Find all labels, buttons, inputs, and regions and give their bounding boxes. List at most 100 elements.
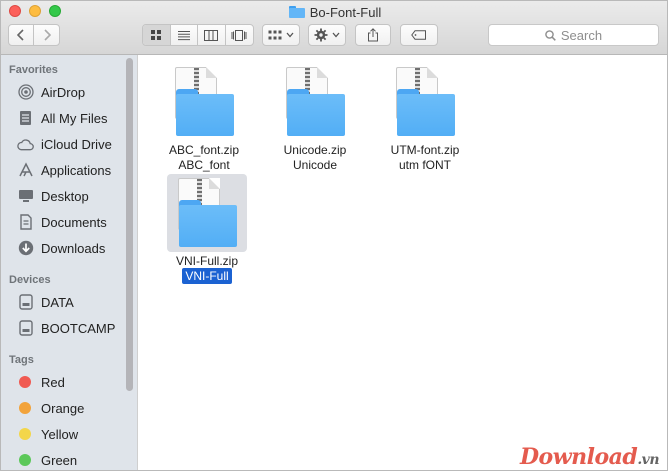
sidebar-item-airdrop[interactable]: AirDrop [17,82,85,102]
file-item-utm-font[interactable]: UTM-font.zip utm fONT [370,63,480,172]
tag-icon [411,30,426,40]
sidebar-item-data[interactable]: DATA [17,292,74,312]
sidebar-tag-green[interactable]: Green [17,450,77,470]
sidebar-item-desktop[interactable]: Desktop [17,186,89,206]
zip-archive-icon [164,63,244,141]
forward-button[interactable] [34,25,59,45]
folder-name: ABC_font [149,158,259,172]
watermark-suffix: .vn [637,452,659,468]
tag-color-dot [19,428,31,440]
cloud-icon [17,136,34,153]
zip-file-name: Unicode.zip [283,143,347,157]
toolbar: Bo-Font-Full Search [1,1,667,55]
back-button[interactable] [9,25,35,45]
folder-name-text: VNI-Full [182,268,232,284]
zip-file-name: VNI-Full.zip [175,254,238,268]
arrange-button[interactable] [262,24,300,46]
sidebar-item-label: Orange [41,400,85,416]
folder-name: VNI-Full [152,268,262,284]
sidebar-item-label: Green [41,452,78,468]
sidebar-item-documents[interactable]: Documents [17,212,107,232]
watermark-text: Download [519,444,638,470]
tag-color-dot [19,376,31,388]
file-item-unicode[interactable]: Unicode.zip Unicode [260,63,370,172]
desktop-icon [17,188,34,205]
cover-flow-view-button[interactable] [226,25,253,45]
file-icon-grid: ABC_font.zip ABC_font Unicode.zip Unicod… [139,55,667,470]
arrange-grid-icon [268,30,282,39]
disk-icon [17,320,34,337]
sidebar-item-label: BOOTCAMP [41,320,116,336]
cover-flow-icon [231,29,247,41]
tag-color-dot [19,402,31,414]
watermark-logo: Download.vn [519,444,660,470]
zip-archive-icon [275,63,355,141]
icon-view-icon [151,30,162,40]
sidebar-tag-red[interactable]: Red [17,372,65,392]
sidebar-item-label: Red [41,374,65,390]
share-button[interactable] [355,24,391,46]
window-title: Bo-Font-Full [1,3,667,21]
tags-button[interactable] [400,24,438,46]
tags-heading: Tags [9,354,34,366]
sidebar-item-label: Downloads [41,240,106,256]
sidebar-item-downloads[interactable]: Downloads [17,238,105,258]
documents-icon [17,214,34,231]
back-forward-control [8,24,60,46]
action-menu-button[interactable] [308,24,346,46]
zip-archive-icon [167,174,247,252]
folder-name-text: utm fONT [398,158,451,172]
chevron-down-icon [286,32,294,38]
sidebar-tag-orange[interactable]: Orange [17,398,84,418]
search-field[interactable]: Search [488,24,659,46]
file-item-vni-full[interactable]: VNI-Full.zip VNI-Full [152,174,262,284]
zip-archive-icon [385,63,465,141]
folder-name: utm fONT [370,158,480,172]
favorites-heading: Favorites [9,64,58,76]
sidebar-item-icloud-drive[interactable]: iCloud Drive [17,134,112,154]
sidebar-item-label: Desktop [41,188,89,204]
view-mode-control [142,24,254,46]
folder-name-text: Unicode [292,158,338,172]
sidebar: Favorites AirDrop All My Files iCloud Dr… [1,55,138,470]
downloads-icon [17,240,34,257]
zip-file-name: ABC_font.zip [168,143,240,157]
gear-icon [314,28,328,42]
chevron-right-icon [43,29,51,41]
sidebar-tag-yellow[interactable]: Yellow [17,424,78,444]
folder-name-text: ABC_font [178,158,230,172]
airdrop-icon [17,84,34,101]
chevron-down-icon [332,32,340,38]
column-view-icon [204,29,219,41]
folder-icon [288,6,305,18]
file-item-abc-font[interactable]: ABC_font.zip ABC_font [149,63,259,172]
devices-heading: Devices [9,274,51,286]
all-files-icon [17,110,34,127]
folder-name: Unicode [260,158,370,172]
search-icon [545,29,556,41]
window-title-text: Bo-Font-Full [309,4,382,20]
search-placeholder: Search [560,27,603,43]
sidebar-item-label: DATA [41,294,74,310]
chevron-left-icon [17,29,24,41]
list-view-button[interactable] [171,25,198,45]
sidebar-scrollbar[interactable] [126,58,133,391]
sidebar-item-label: All My Files [41,110,108,126]
disk-icon [17,294,34,311]
sidebar-item-label: iCloud Drive [41,136,112,152]
applications-icon [17,162,34,179]
zip-file-name: UTM-font.zip [390,143,460,157]
icon-view-button[interactable] [143,25,171,45]
sidebar-item-label: Applications [41,162,112,178]
list-view-icon [177,30,190,40]
sidebar-item-label: AirDrop [41,84,86,100]
sidebar-item-label: Yellow [41,426,79,442]
column-view-button[interactable] [198,25,226,45]
sidebar-item-applications[interactable]: Applications [17,160,111,180]
tag-color-dot [19,454,31,466]
sidebar-item-all-my-files[interactable]: All My Files [17,108,107,128]
finder-window: Bo-Font-Full Search Favorites AirDrop Al… [0,0,668,471]
share-icon [368,28,378,42]
sidebar-item-bootcamp[interactable]: BOOTCAMP [17,318,115,338]
sidebar-item-label: Documents [41,214,107,230]
